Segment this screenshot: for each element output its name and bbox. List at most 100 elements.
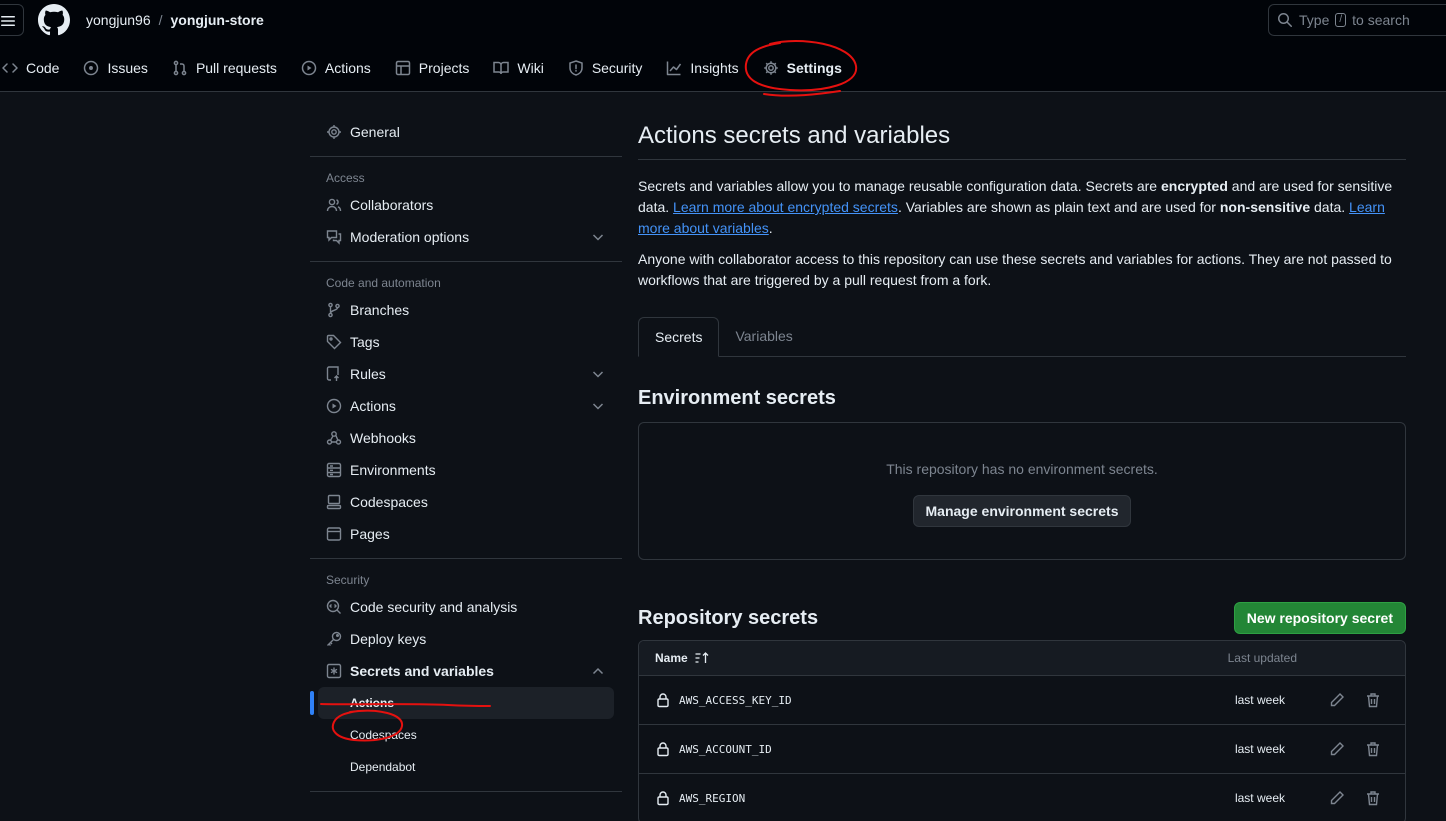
sidebar-item-label: Codespaces <box>350 494 428 510</box>
tab-security[interactable]: Security <box>560 52 651 84</box>
main-content: Actions secrets and variables Secrets an… <box>638 116 1406 821</box>
sidebar-item-actions[interactable]: Actions <box>310 390 622 422</box>
tab-settings[interactable]: Settings <box>755 52 850 84</box>
search-input[interactable]: Type / to search <box>1268 4 1446 36</box>
sidebar-item-general[interactable]: General <box>310 116 622 148</box>
breadcrumb: yongjun96 / yongjun-store <box>86 12 264 28</box>
github-logo-icon[interactable] <box>38 4 70 36</box>
sidebar-item-environments[interactable]: Environments <box>310 454 622 486</box>
page-title: Actions secrets and variables <box>638 116 1406 160</box>
browser-icon <box>326 526 342 542</box>
table-icon <box>395 60 411 76</box>
divider <box>310 261 622 262</box>
breadcrumb-repo[interactable]: yongjun-store <box>171 12 264 28</box>
lock-icon <box>655 692 671 708</box>
repository-secrets-title: Repository secrets <box>638 606 819 629</box>
tab-label: Settings <box>786 60 842 76</box>
tab-secrets[interactable]: Secrets <box>638 317 720 357</box>
trash-icon[interactable] <box>1365 741 1381 757</box>
codescan-icon <box>326 599 342 615</box>
environment-secrets-box: This repository has no environment secre… <box>638 422 1406 560</box>
gear-icon <box>326 124 342 140</box>
intro-paragraph: Secrets and variables allow you to manag… <box>638 176 1406 239</box>
sidebar-subitem-dependabot[interactable]: Dependabot <box>318 751 614 783</box>
sidebar-item-webhooks[interactable]: Webhooks <box>310 422 622 454</box>
tab-wiki[interactable]: Wiki <box>485 52 551 84</box>
secret-updated: last week <box>1234 742 1285 756</box>
sidebar-item-rules[interactable]: Rules <box>310 358 622 390</box>
sidebar-item-label: Rules <box>350 366 386 382</box>
sidebar-subitem-label: Codespaces <box>350 728 417 742</box>
sidebar-item-codespaces[interactable]: Codespaces <box>310 486 622 518</box>
chevron-down-icon[interactable] <box>590 398 606 414</box>
tab-issues[interactable]: Issues <box>75 52 155 84</box>
intro-emphasis: encrypted <box>1160 178 1228 194</box>
sidebar-subitem-label: Dependabot <box>350 760 416 774</box>
tab-actions[interactable]: Actions <box>293 52 379 84</box>
app-header: yongjun96 / yongjun-store Type / to search… <box>0 0 1446 92</box>
table-row: AWS_ACCOUNT_ID last week <box>639 725 1405 774</box>
tab-label: Wiki <box>517 60 544 76</box>
tab-projects[interactable]: Projects <box>387 52 478 84</box>
pencil-icon[interactable] <box>1329 741 1345 757</box>
new-repository-secret-button[interactable]: New repository secret <box>1233 602 1406 634</box>
sidebar-item-label: Deploy keys <box>350 631 427 647</box>
comment-discussion-icon <box>326 229 342 245</box>
secrets-table: Name Last updated AWS_ACCESS_KEY_ID last… <box>638 640 1406 821</box>
sidebar-item-collaborators[interactable]: Collaborators <box>310 189 622 221</box>
intro-text: . <box>768 220 773 236</box>
menu-button[interactable] <box>0 4 24 36</box>
name-column-header[interactable]: Name <box>655 650 710 666</box>
tab-pull-requests[interactable]: Pull requests <box>164 52 285 84</box>
breadcrumb-owner[interactable]: yongjun96 <box>86 12 151 28</box>
sidebar-subitem-label: Actions <box>350 696 395 710</box>
divider <box>310 558 622 559</box>
intro-emphasis: non-sensitive <box>1219 199 1311 215</box>
sidebar-item-code-security[interactable]: Code security and analysis <box>310 591 622 623</box>
codespaces-icon <box>326 494 342 510</box>
intro-text: data. <box>1310 199 1350 215</box>
table-row: AWS_ACCESS_KEY_ID last week <box>639 676 1405 725</box>
trash-icon[interactable] <box>1365 692 1381 708</box>
branch-icon <box>326 302 342 318</box>
sidebar-item-tags[interactable]: Tags <box>310 326 622 358</box>
secret-updated: last week <box>1234 693 1285 707</box>
tab-label: Projects <box>418 60 470 76</box>
divider <box>310 156 622 157</box>
graph-icon <box>666 60 682 76</box>
sidebar-item-moderation[interactable]: Moderation options <box>310 221 622 253</box>
sidebar-item-branches[interactable]: Branches <box>310 294 622 326</box>
tab-insights[interactable]: Insights <box>658 52 746 84</box>
sidebar-item-secrets[interactable]: Secrets and variables <box>310 655 622 687</box>
sidebar-item-label: Pages <box>350 526 390 542</box>
secret-name: AWS_ACCESS_KEY_ID <box>679 693 792 707</box>
table-header: Name Last updated <box>639 641 1405 676</box>
tab-code[interactable]: Code <box>0 52 67 84</box>
sidebar-item-label: Code security and analysis <box>350 599 518 615</box>
sidebar-item-deploy-keys[interactable]: Deploy keys <box>310 623 622 655</box>
tab-label: Actions <box>324 60 371 76</box>
people-icon <box>326 197 342 213</box>
sidebar-item-label: Webhooks <box>350 430 416 446</box>
encrypted-secrets-link[interactable]: Learn more about encrypted secrets <box>673 199 898 215</box>
tab-label: Insights <box>690 60 739 76</box>
manage-environment-secrets-button[interactable]: Manage environment secrets <box>912 495 1132 527</box>
sidebar-heading-code: Code and automation <box>326 276 441 290</box>
settings-sidebar: General Access Collaborators Moderation … <box>310 116 622 800</box>
chevron-down-icon[interactable] <box>590 366 606 382</box>
sidebar-subitem-codespaces[interactable]: Codespaces <box>318 719 614 751</box>
sidebar-item-pages[interactable]: Pages <box>310 518 622 550</box>
pencil-icon[interactable] <box>1329 692 1345 708</box>
pencil-icon[interactable] <box>1329 790 1345 806</box>
sidebar-subitem-actions[interactable]: Actions <box>310 687 614 719</box>
sidebar-item-label: Branches <box>350 302 410 318</box>
tab-variables[interactable]: Variables <box>719 316 808 356</box>
repository-secrets-header: Repository secrets New repository secret <box>638 602 1406 634</box>
table-row: AWS_REGION last week <box>639 774 1405 821</box>
chevron-down-icon[interactable] <box>590 229 606 245</box>
access-note: Anyone with collaborator access to this … <box>638 251 1392 288</box>
chevron-up-icon[interactable] <box>590 663 606 679</box>
secret-updated: last week <box>1234 791 1285 805</box>
play-icon <box>326 398 342 414</box>
trash-icon[interactable] <box>1365 790 1381 806</box>
